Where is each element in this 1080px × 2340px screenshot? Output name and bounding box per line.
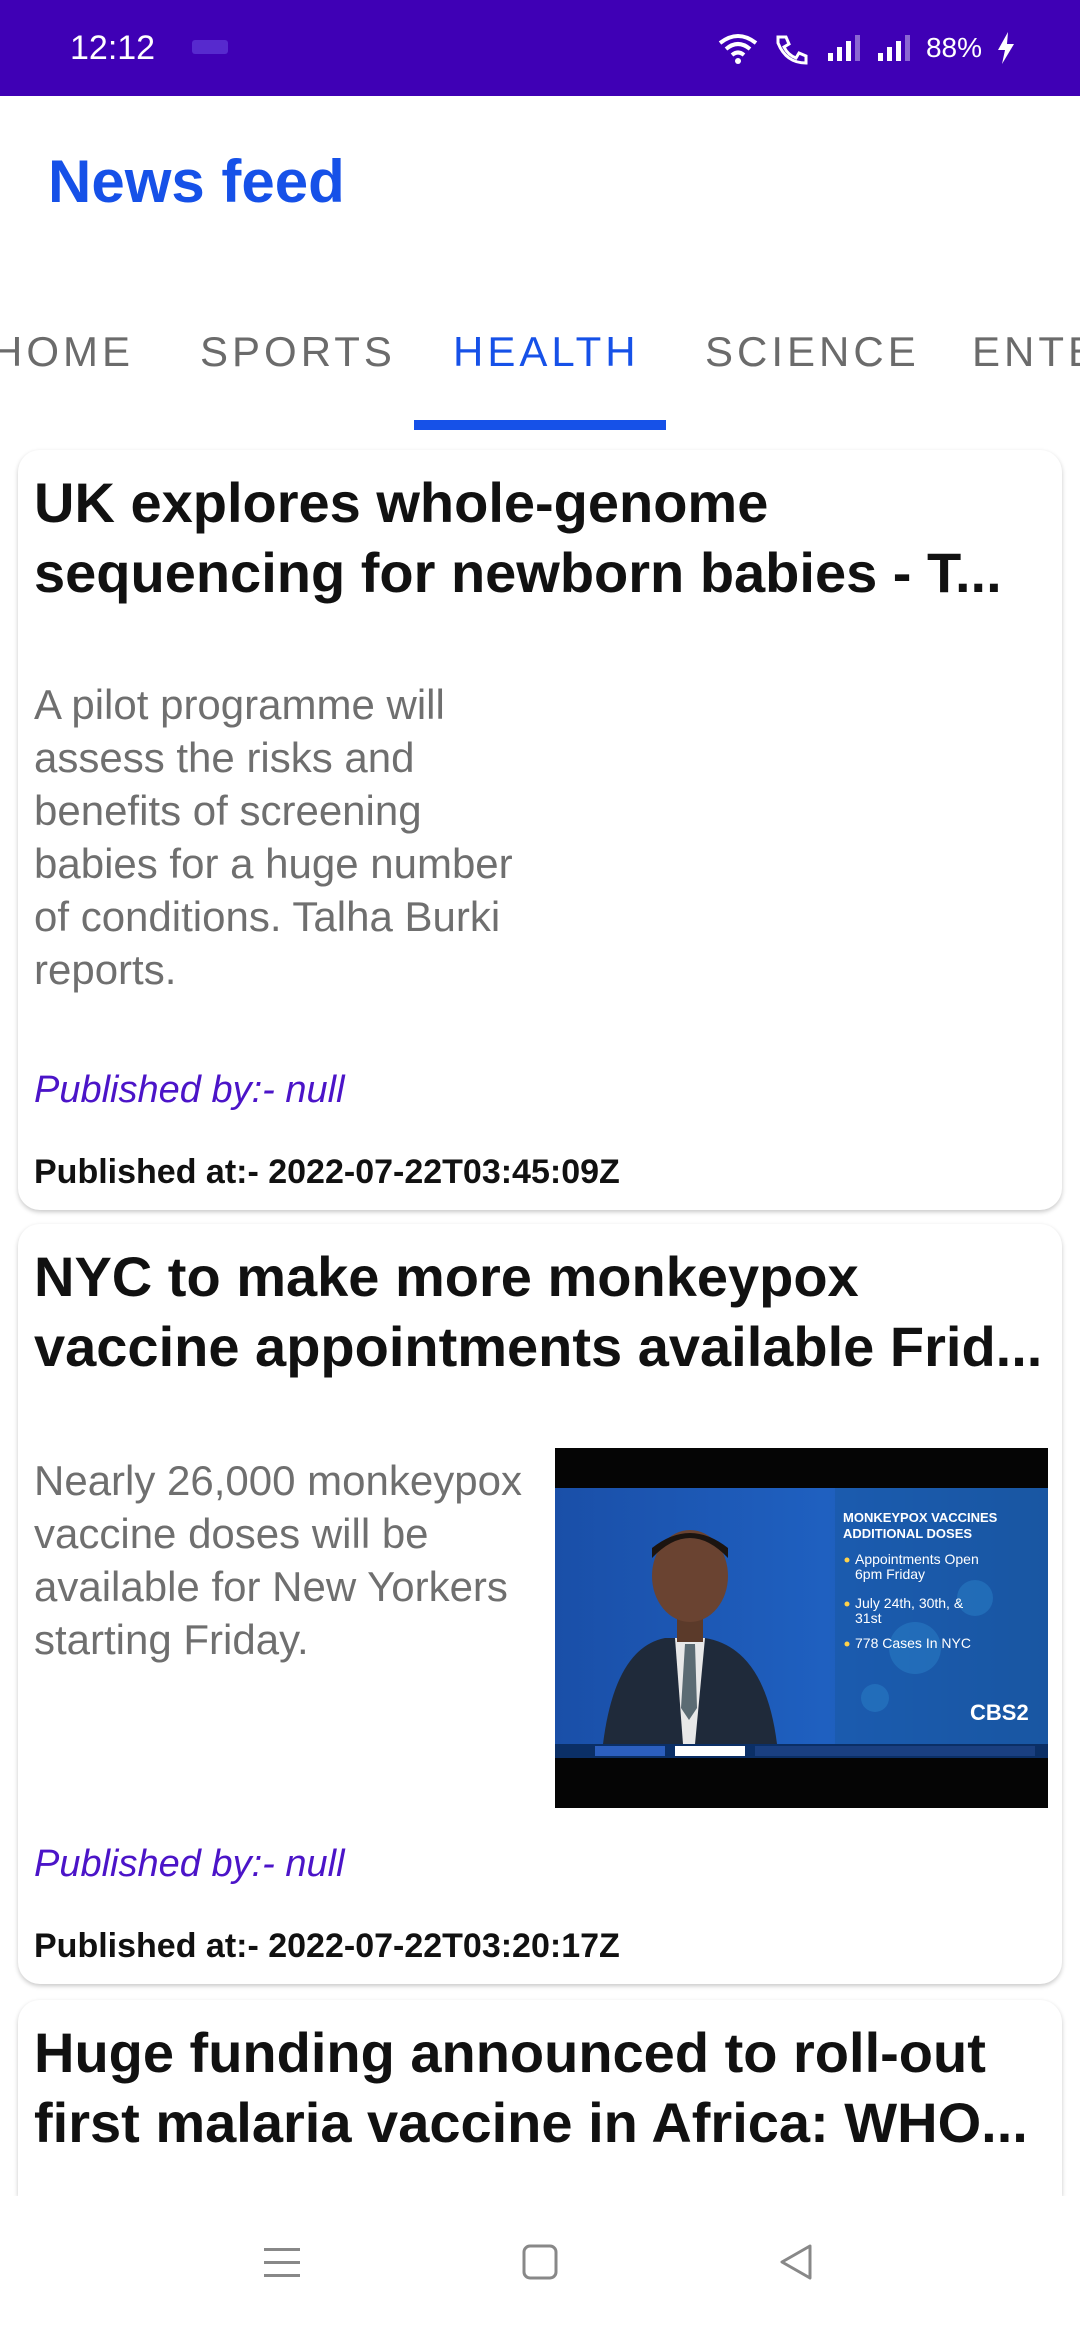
svg-text:6pm Friday: 6pm Friday	[855, 1566, 925, 1582]
category-tabs: HOME SPORTS HEALTH SCIENCE ENTE	[0, 300, 1080, 434]
battery-percent: 88%	[925, 32, 982, 63]
menu-icon[interactable]	[262, 2242, 302, 2282]
article-description: Nearly 26,000 monkeypox vaccine doses wi…	[34, 1457, 522, 1663]
charging-icon	[998, 32, 1014, 64]
svg-text:778 Cases In NYC: 778 Cases In NYC	[855, 1635, 971, 1651]
svg-text:Appointments Open: Appointments Open	[855, 1551, 979, 1567]
wifi-icon	[718, 34, 758, 64]
tab-entertainment[interactable]: ENTE	[972, 324, 1080, 380]
back-icon[interactable]	[776, 2242, 816, 2282]
article-publisher: Published by:- null	[34, 1069, 345, 1111]
article-published-at: Published at:- 2022-07-22T03:20:17Z	[34, 1927, 620, 1965]
svg-text:ADDITIONAL DOSES: ADDITIONAL DOSES	[843, 1526, 972, 1541]
status-bar: 12:12 88%	[0, 0, 1080, 96]
article-published-at: Published at:- 2022-07-22T03:45:09Z	[34, 1153, 620, 1191]
tab-sports[interactable]: SPORTS	[200, 324, 396, 380]
article-description: A pilot programme will assess the risks …	[34, 681, 513, 993]
tab-science[interactable]: SCIENCE	[705, 324, 920, 380]
thumbnail-image: MONKEYPOX VACCINES ADDITIONAL DOSES Appo…	[555, 1448, 1048, 1808]
status-icons: 88%	[718, 26, 1016, 70]
tab-health[interactable]: HEALTH	[453, 324, 640, 380]
svg-text:31st: 31st	[855, 1610, 882, 1626]
article-title: NYC to make more monkeypox vaccine appoi…	[34, 1245, 1043, 1378]
page-title: News feed	[48, 148, 345, 215]
system-nav-bar	[0, 2196, 1080, 2340]
article-card[interactable]: NYC to make more monkeypox vaccine appoi…	[18, 1224, 1062, 1984]
svg-text:July 24th, 30th, &: July 24th, 30th, &	[855, 1595, 964, 1611]
article-card[interactable]: UK explores whole-genome sequencing for …	[18, 450, 1062, 1210]
tab-indicator	[414, 420, 666, 430]
svg-text:MONKEYPOX VACCINES: MONKEYPOX VACCINES	[843, 1510, 998, 1525]
status-time: 12:12	[70, 29, 156, 67]
home-icon[interactable]	[520, 2242, 560, 2282]
article-thumbnail[interactable]: MONKEYPOX VACCINES ADDITIONAL DOSES Appo…	[555, 1448, 1048, 1808]
article-publisher: Published by:- null	[34, 1843, 345, 1885]
call-icon	[776, 35, 808, 65]
signal-icon-2	[877, 35, 910, 61]
article-title: UK explores whole-genome sequencing for …	[34, 471, 1002, 604]
article-card[interactable]: Huge funding announced to roll-out first…	[18, 2000, 1062, 2196]
signal-icon	[827, 35, 860, 61]
article-title: Huge funding announced to roll-out first…	[34, 2021, 1028, 2154]
tab-home[interactable]: HOME	[0, 324, 134, 380]
svg-text:CBS2: CBS2	[970, 1700, 1029, 1725]
notification-icon	[192, 40, 228, 54]
